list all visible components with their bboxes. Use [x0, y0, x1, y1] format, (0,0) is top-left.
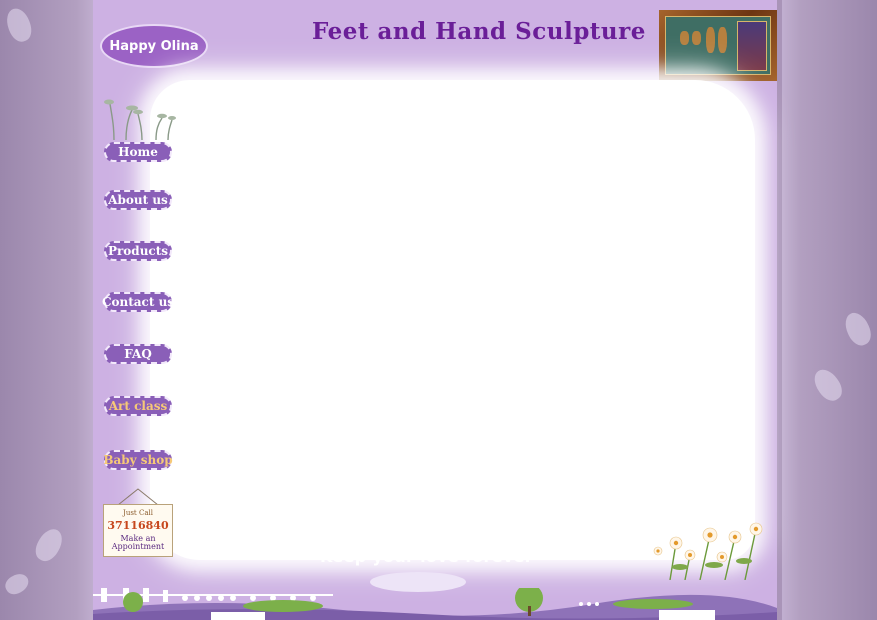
nav-art-class-button[interactable]: Art class [104, 396, 172, 416]
footprint-icon [30, 524, 68, 566]
left-side-panel [0, 0, 95, 620]
logo[interactable]: Happy Olina [100, 24, 208, 68]
sign-call-label: Just Call [123, 509, 153, 517]
product-frame-image [659, 10, 777, 81]
footprint-icon [809, 364, 847, 406]
footprint-icon [840, 308, 876, 350]
right-side-panel [782, 0, 877, 620]
tagline: Keep your love forever [320, 547, 533, 566]
nav-products-button[interactable]: Products [104, 241, 172, 261]
sign-appointment-label: Make an Appointment [111, 533, 165, 552]
nav-contact-us-button[interactable]: Contact us [102, 292, 174, 312]
nav-home-button[interactable]: Home [104, 142, 172, 162]
flower-icon [653, 522, 763, 580]
footprint-icon [2, 570, 32, 598]
page-title: Feet and Hand Sculpture [312, 18, 646, 45]
sprout-icon [104, 99, 176, 140]
appointment-sign[interactable]: Just Call 37116840 Make an Appointment [103, 504, 173, 557]
logo-text: Happy Olina [109, 38, 199, 54]
sign-phone-number: 37116840 [107, 519, 169, 533]
footprint-icon [2, 5, 36, 45]
content-area [150, 80, 755, 560]
landscape-hills [93, 588, 777, 620]
nav-baby-shop-button[interactable]: Baby shop [103, 450, 173, 470]
nav-about-us-button[interactable]: About us [104, 190, 172, 210]
nav-faq-button[interactable]: FAQ [104, 344, 172, 364]
